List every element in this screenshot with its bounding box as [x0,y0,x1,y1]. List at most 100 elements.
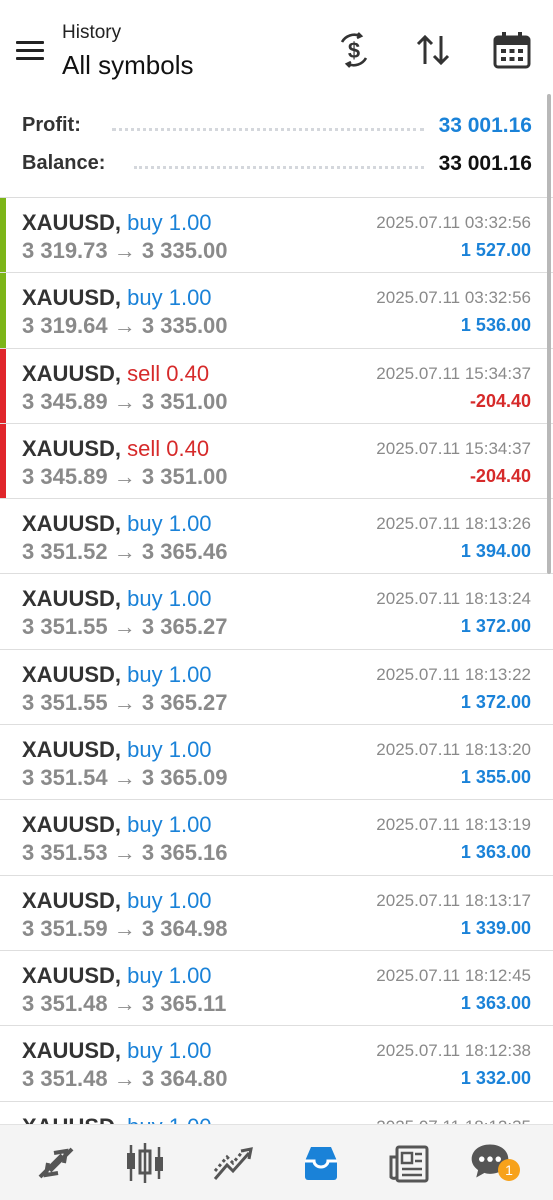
trade-symbol-line: XAUUSD, buy 1.00 [22,812,212,838]
trade-symbol: XAUUSD, [22,210,122,235]
trade-profit: 1 363.00 [460,842,531,863]
trade-row[interactable]: XAUUSD, buy 1.00 2025.07.11 18:12:35 [0,1102,553,1124]
header-subtitle: History [62,22,122,43]
dotted-leader [134,166,424,170]
arrow-right-icon: → [113,1066,136,1092]
trade-time: 2025.07.11 18:13:17 [376,890,531,910]
trade-profit: 1 527.00 [460,240,531,260]
open-price: 3 345.89 [22,463,108,489]
trade-time: 2025.07.11 03:32:56 [376,288,531,308]
sort-icon[interactable] [411,28,455,72]
trade-side: buy 1.00 [127,812,212,838]
trade-symbol: XAUUSD, [22,511,122,537]
arrow-right-icon: → [113,313,136,339]
trade-symbol: XAUUSD, [22,887,122,913]
trade-row[interactable]: XAUUSD, buy 1.00 3 351.55 → 3 365.27 2025.… [0,574,553,650]
close-price: 3 364.80 [141,1066,228,1092]
header-title[interactable]: All symbols [62,50,193,81]
trade-side: buy 1.00 [127,586,212,612]
open-price: 3 345.89 [22,388,108,414]
trade-prices: 3 351.55 → 3 365.27 [22,690,228,716]
open-price: 3 351.55 [22,689,108,715]
menu-icon[interactable] [14,38,46,64]
quotes-icon[interactable] [32,1139,80,1187]
history-icon[interactable] [297,1139,345,1187]
arrow-right-icon: → [113,539,136,565]
arrow-right-icon: → [113,689,136,715]
trade-symbol-line: XAUUSD, buy 1.00 [22,737,212,763]
trade-type-stripe [0,423,6,499]
close-price: 3 365.11 [141,990,227,1016]
trade-time: 2025.07.11 18:13:20 [376,740,531,760]
currency-exchange-icon[interactable]: $ [332,28,376,72]
trade-symbol: XAUUSD, [22,1114,121,1124]
trade-time: 2025.07.11 18:13:19 [376,815,531,835]
balance-label: Balance: [22,152,106,174]
open-price: 3 351.55 [22,614,108,640]
trade-symbol: XAUUSD, [22,737,122,763]
open-price: 3 351.48 [22,990,108,1016]
open-price: 3 351.48 [22,1066,108,1092]
news-icon[interactable] [385,1139,433,1187]
trade-row[interactable]: XAUUSD, sell 0.40 3 345.89 → 3 351.00 2025… [0,423,553,500]
trade-row[interactable]: XAUUSD, buy 1.00 3 351.48 → 3 365.11 2025.… [0,951,553,1027]
arrow-right-icon: → [113,388,136,414]
trade-profit: 1 332.00 [460,1068,531,1089]
app-header: History All symbols $ [0,0,553,96]
trade-icon[interactable] [209,1139,257,1187]
trade-side: sell 0.40 [127,360,210,386]
trade-profit: 1 363.00 [460,992,531,1013]
trade-symbol: XAUUSD, [22,1038,122,1064]
trade-row[interactable]: XAUUSD, buy 1.00 3 351.59 → 3 364.98 2025.… [0,876,553,951]
trade-prices: 3 319.64 → 3 335.00 [22,313,228,339]
trade-list[interactable]: XAUUSD, buy 1.00 3 319.73 → 3 335.00 2025.… [0,198,553,1124]
scrollbar[interactable] [547,94,551,574]
trade-time: 2025.07.11 18:12:45 [376,965,531,985]
trade-symbol-line: XAUUSD, buy 1.00 [22,210,212,236]
trade-profit: 1 394.00 [460,541,531,562]
trade-side: buy 1.00 [127,1114,211,1124]
trade-symbol: XAUUSD, [22,661,122,687]
trade-time: 2025.07.11 18:13:22 [376,664,531,684]
trade-side: buy 1.00 [127,1038,212,1064]
trade-time: 2025.07.11 15:34:37 [376,363,531,383]
trade-row[interactable]: XAUUSD, buy 1.00 3 351.52 → 3 365.46 2025.… [0,499,553,575]
close-price: 3 335.00 [141,313,228,339]
trade-row[interactable]: XAUUSD, buy 1.00 3 319.64 → 3 335.00 2025.… [0,273,553,349]
close-price: 3 365.46 [141,539,228,565]
trade-prices: 3 351.52 → 3 365.46 [22,539,228,565]
chat-icon[interactable]: 1 [468,1139,520,1187]
open-price: 3 351.59 [22,915,108,941]
trade-prices: 3 351.54 → 3 365.09 [22,765,228,791]
arrow-right-icon: → [113,614,136,640]
trade-row[interactable]: XAUUSD, sell 0.40 3 345.89 → 3 351.00 2025… [0,348,553,424]
trade-prices: 3 319.73 → 3 335.00 [22,238,228,264]
trade-time: 2025.07.11 18:13:24 [376,589,531,609]
arrow-right-icon: → [113,840,136,866]
chart-icon[interactable] [121,1139,169,1187]
trade-profit: -204.40 [469,390,531,411]
close-price: 3 351.00 [141,463,228,489]
trade-profit: 1 339.00 [460,917,531,938]
trade-symbol-line: XAUUSD, sell 0.40 [22,436,209,462]
trade-symbol-line: XAUUSD, buy 1.00 [22,963,212,989]
trade-row[interactable]: XAUUSD, buy 1.00 3 319.73 → 3 335.00 2025.… [0,198,553,274]
chat-badge: 1 [498,1159,520,1181]
trade-row[interactable]: XAUUSD, buy 1.00 3 351.53 → 3 365.16 2025.… [0,800,553,876]
trade-prices: 3 351.55 → 3 365.27 [22,614,228,640]
trade-prices: 3 351.48 → 3 365.11 [22,991,226,1017]
trade-type-stripe [0,273,6,348]
trade-profit: 1 355.00 [460,767,531,788]
trade-row[interactable]: XAUUSD, buy 1.00 3 351.55 → 3 365.27 2025.… [0,650,553,726]
account-summary: Profit: 33 001.16 Balance: 33 001.16 [0,100,553,196]
svg-text:$: $ [348,38,360,63]
open-price: 3 351.53 [22,840,108,866]
trade-symbol-line: XAUUSD, buy 1.00 [22,285,212,311]
calendar-icon[interactable] [490,28,534,72]
trade-type-stripe [0,198,6,273]
profit-label: Profit: [22,114,81,136]
trade-prices: 3 351.59 → 3 364.98 [22,916,228,942]
trade-profit: -204.40 [469,465,531,486]
trade-row[interactable]: XAUUSD, buy 1.00 3 351.54 → 3 365.09 2025.… [0,725,553,801]
trade-row[interactable]: XAUUSD, buy 1.00 3 351.48 → 3 364.80 2025.… [0,1026,553,1102]
